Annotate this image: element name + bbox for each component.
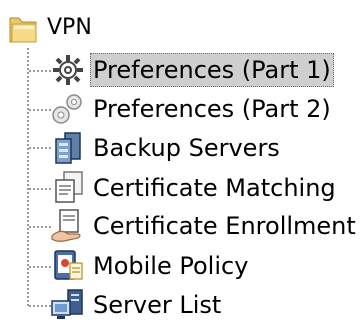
tree-item-label: Certificate Enrollment [93,212,356,240]
tree-connector [29,305,51,307]
tree-item-label: Preferences (Part 2) [93,95,331,123]
tree-connector [29,147,51,149]
certificate-matching-icon [55,171,83,203]
tree-item-certificate-matching[interactable]: Certificate Matching [50,170,350,206]
tree-item-label: Certificate Matching [93,174,336,202]
mobile-policy-icon [54,250,83,280]
tree-item-mobile-policy[interactable]: Mobile Policy [50,248,350,284]
tree-connector [29,226,51,228]
tree-node-vpn[interactable]: VPN [6,10,116,46]
folder-icon [9,17,37,43]
tree-connector [29,109,51,111]
tree-item-preferences-part-1[interactable]: Preferences (Part 1) [50,52,350,88]
tree-item-label: Mobile Policy [93,252,249,280]
tree-item-backup-servers[interactable]: Backup Servers [50,130,350,166]
tree-item-label: Preferences (Part 1) [90,53,334,87]
tree-item-preferences-part-2[interactable]: Preferences (Part 2) [50,91,350,127]
certificate-enrollment-icon [51,209,81,242]
tree-connector [29,266,51,268]
tree-item-label: Backup Servers [93,134,280,162]
tree-item-label: Server List [93,291,222,319]
server-list-icon [51,289,83,319]
gear-icon [53,55,83,85]
tree-connector [29,70,51,72]
tree-item-server-list[interactable]: Server List [50,287,350,323]
backup-servers-icon [55,132,81,164]
gears-icon [52,94,82,124]
tree-connector [29,188,51,190]
vpn-tree: VPN Preferences (Part 1) Preferences (Pa… [0,0,360,329]
tree-item-certificate-enrollment[interactable]: Certificate Enrollment [50,208,360,244]
tree-node-label: VPN [47,15,92,40]
